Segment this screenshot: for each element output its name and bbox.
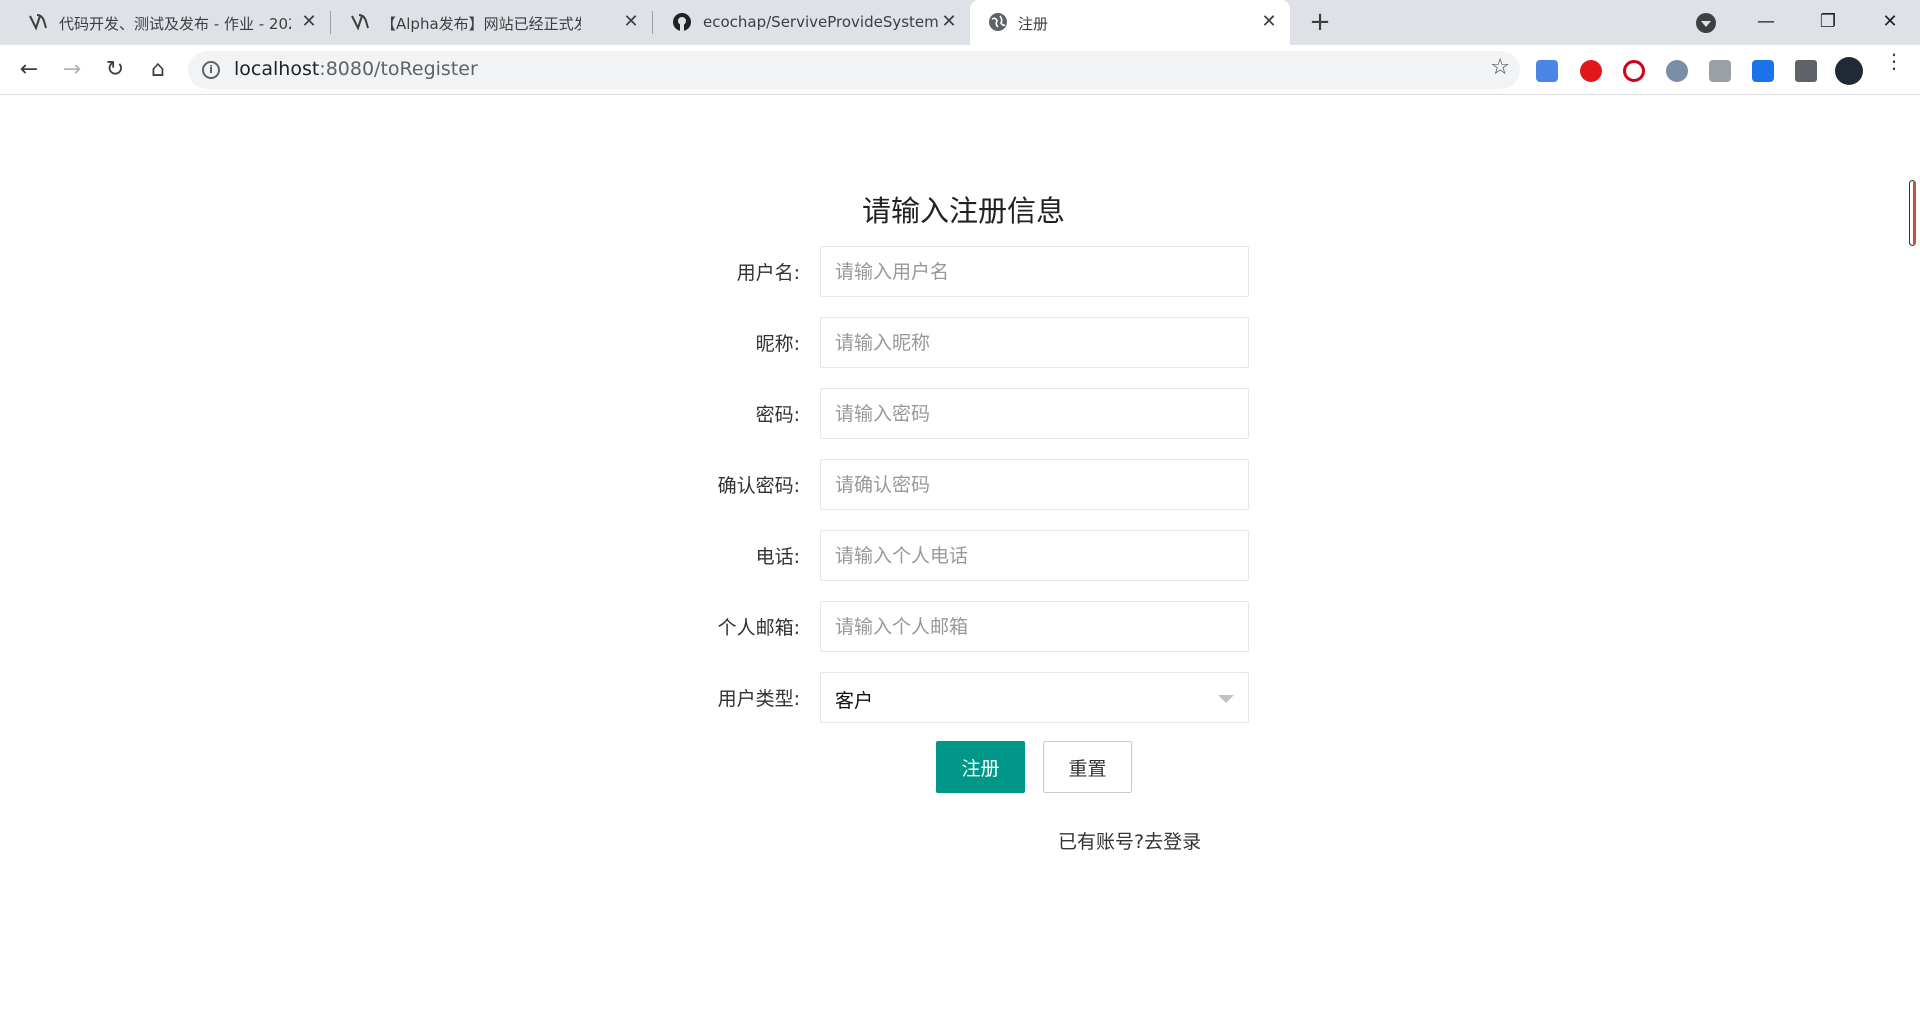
confirm-password-row: 确认密码: [700, 459, 1250, 511]
tab-close-icon[interactable]: ✕ [1258, 11, 1280, 33]
phone-label: 电话: [755, 546, 800, 568]
user-type-select[interactable]: 客户 [820, 672, 1249, 723]
tab-title: 代码开发、测试及发布 - 作业 - 202 [59, 15, 291, 33]
url-path: :8080/toRegister [319, 58, 478, 80]
screenshot-extension-icon[interactable] [1752, 60, 1774, 82]
email-label: 个人邮箱: [717, 617, 800, 639]
reset-button[interactable]: 重置 [1043, 741, 1132, 793]
tab-title: ecochap/ServiveProvideSystem [703, 13, 939, 31]
github-icon [673, 13, 691, 31]
username-input[interactable] [820, 246, 1249, 297]
minimize-icon[interactable]: — [1746, 8, 1786, 36]
tab-close-icon[interactable]: ✕ [620, 11, 642, 33]
login-hint: 已有账号?去登录 [1058, 827, 1201, 854]
url-host: localhost [234, 58, 320, 80]
nickname-input[interactable] [820, 317, 1249, 368]
camera-extension-icon[interactable] [1709, 60, 1731, 82]
translate-extension-icon[interactable] [1536, 60, 1558, 82]
tab-search-icon[interactable] [1696, 13, 1716, 33]
nickname-label: 昵称: [755, 333, 800, 355]
extensions-puzzle-icon[interactable] [1795, 60, 1817, 82]
cnblogs-icon [351, 14, 369, 31]
phone-row: 电话: [700, 530, 1250, 582]
go-login-link[interactable]: 去登录 [1144, 831, 1201, 853]
forward-icon[interactable]: → [57, 55, 87, 85]
tab-cnblogs-2[interactable]: 【Alpha发布】网站已经正式发布！ ✕ [322, 0, 650, 45]
user-type-label: 用户类型: [717, 688, 800, 710]
more-menu-icon[interactable]: ⋮ [1884, 51, 1904, 71]
tab-title: 注册 [1018, 15, 1049, 33]
restore-icon[interactable]: ❐ [1808, 8, 1848, 36]
globe-icon [989, 13, 1007, 31]
tab-github[interactable]: ecochap/ServiveProvideSystem ✕ [644, 0, 972, 45]
confirm-password-label: 确认密码: [717, 475, 800, 497]
block-extension-icon[interactable] [1623, 60, 1645, 82]
phone-input[interactable] [820, 530, 1249, 581]
user-type-value: 客户 [835, 690, 874, 712]
username-label: 用户名: [736, 262, 800, 284]
password-row: 密码: [700, 388, 1250, 440]
tab-close-icon[interactable]: ✕ [298, 11, 320, 33]
adblock-extension-icon[interactable] [1580, 60, 1602, 82]
page-scrollbar[interactable] [1909, 180, 1916, 246]
address-url[interactable]: localhost:8080/toRegister [234, 58, 478, 80]
user-type-row: 用户类型: 客户 [700, 672, 1250, 724]
email-input[interactable] [820, 601, 1249, 652]
tampermonkey-extension-icon[interactable] [1666, 60, 1688, 82]
confirm-password-input[interactable] [820, 459, 1249, 510]
tab-register-active[interactable]: 注册 ✕ [970, 0, 1290, 45]
email-row: 个人邮箱: [700, 601, 1250, 653]
bookmark-star-icon[interactable]: ☆ [1490, 55, 1510, 80]
login-prompt: 已有账号? [1058, 831, 1145, 853]
chevron-down-icon [1218, 695, 1234, 703]
profile-avatar[interactable] [1835, 57, 1863, 85]
address-bar[interactable]: i localhost:8080/toRegister ☆ [188, 51, 1520, 89]
home-icon[interactable]: ⌂ [143, 55, 173, 85]
tab-cnblogs-1[interactable]: 代码开发、测试及发布 - 作业 - 202 ✕ [0, 0, 328, 45]
password-label: 密码: [755, 404, 800, 426]
site-info-icon[interactable]: i [202, 61, 220, 79]
window-close-icon[interactable]: ✕ [1870, 8, 1910, 36]
new-tab-button[interactable]: + [1306, 9, 1334, 37]
page-title: 请输入注册信息 [862, 194, 1066, 228]
username-row: 用户名: [700, 246, 1250, 298]
reload-icon[interactable]: ↻ [100, 55, 130, 85]
tab-close-icon[interactable]: ✕ [938, 11, 960, 33]
register-button[interactable]: 注册 [936, 741, 1025, 793]
cnblogs-icon [29, 14, 47, 31]
password-input[interactable] [820, 388, 1249, 439]
browser-toolbar: ← → ↻ ⌂ i localhost:8080/toRegister ☆ ⋮ [0, 45, 1920, 95]
back-icon[interactable]: ← [14, 55, 44, 85]
tab-title: 【Alpha发布】网站已经正式发布！ [381, 15, 581, 33]
tab-bar: 代码开发、测试及发布 - 作业 - 202 ✕ 【Alpha发布】网站已经正式发… [0, 0, 1920, 45]
nickname-row: 昵称: [700, 317, 1250, 369]
